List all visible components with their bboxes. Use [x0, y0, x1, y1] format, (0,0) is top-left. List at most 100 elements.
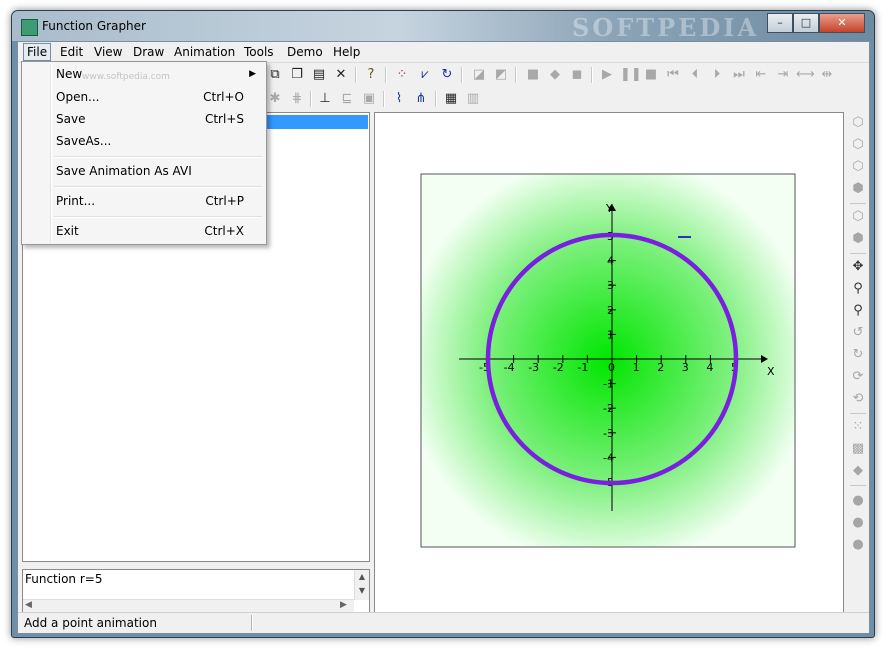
menu-item-exit[interactable]: Exit Ctrl+X — [24, 221, 264, 241]
paste-icon[interactable]: ▤ — [310, 66, 328, 84]
scroll-down-icon[interactable]: ▼ — [359, 586, 365, 595]
y-axis-label: Y — [605, 202, 613, 215]
y-tick-label: 2 — [607, 304, 614, 317]
close-button[interactable]: ✕ — [819, 13, 865, 33]
last-frame-icon[interactable]: ⏭ — [730, 66, 748, 84]
y-tick-label: -2 — [603, 402, 614, 415]
graph-points-icon[interactable]: ⋔ — [412, 90, 430, 108]
frame-icon[interactable]: ▣ — [360, 90, 378, 108]
grid-pattern-icon[interactable]: ⋕ — [288, 90, 306, 108]
menu-item-open[interactable]: Open... Ctrl+O — [24, 87, 264, 107]
chart-alt-icon[interactable]: ◩ — [492, 66, 510, 84]
prev-frame-icon[interactable]: ⏴ — [686, 66, 704, 84]
rotate-z-icon[interactable]: ⟲ — [850, 391, 866, 407]
axes-alt-icon[interactable]: ⊑ — [338, 90, 356, 108]
softpedia-watermark: SOFTPEDIA — [572, 13, 760, 42]
x-tick-label: 1 — [633, 361, 640, 374]
zoom-icon[interactable]: ⚲ — [850, 281, 866, 297]
y-tick-label: 1 — [607, 328, 614, 341]
loop-icon[interactable]: ⟷ — [796, 66, 815, 84]
record-stop-icon[interactable]: ◼ — [568, 66, 586, 84]
x-tick-label: 2 — [657, 361, 664, 374]
x-tick-label: -4 — [504, 361, 515, 374]
menu-animation[interactable]: Animation — [171, 44, 238, 60]
x-tick-label: -1 — [577, 361, 588, 374]
app-icon[interactable] — [21, 19, 38, 36]
copy-page-icon[interactable]: ❐ — [288, 66, 306, 84]
graph-line-icon[interactable]: ⌇ — [390, 90, 408, 108]
zoom-out-icon[interactable]: ⚲ — [850, 303, 866, 319]
sphere-icon[interactable]: ● — [850, 493, 866, 509]
chart-icon[interactable]: ◪ — [470, 66, 488, 84]
cube-top-icon[interactable]: ⬡ — [850, 159, 866, 175]
loop-alt-icon[interactable]: ⇹ — [818, 66, 836, 84]
graph-canvas[interactable]: X Y -5 -4 -3 -2 -1 0 1 2 3 4 5 5 4 3 2 1 -1 -2 -3 -4 -5 — [374, 112, 844, 620]
menu-demo[interactable]: Demo — [284, 44, 326, 60]
menu-item-saveas[interactable]: SaveAs... — [24, 131, 264, 151]
surface-icon[interactable]: ◆ — [850, 463, 866, 479]
menu-edit[interactable]: Edit — [57, 44, 86, 60]
menu-item-save[interactable]: Save Ctrl+S — [24, 109, 264, 129]
cube-wire-icon[interactable]: ⬡ — [850, 209, 866, 225]
mesh-icon[interactable]: ▩ — [850, 441, 866, 457]
menu-draw[interactable]: Draw — [130, 44, 167, 60]
rotate-x-icon[interactable]: ↻ — [850, 347, 866, 363]
x-tick-label: -2 — [553, 361, 564, 374]
x-tick-label: 4 — [706, 361, 713, 374]
scroll-left-icon[interactable]: ◀ — [25, 600, 32, 610]
cube-front-icon[interactable]: ⬡ — [850, 115, 866, 131]
copy-icon[interactable]: ⧉ — [266, 66, 284, 84]
record-alt-icon[interactable]: ◆ — [546, 66, 564, 84]
rotate-y-icon[interactable]: ⟳ — [850, 369, 866, 385]
next-frame-icon[interactable]: ⏵ — [708, 66, 726, 84]
status-divider — [251, 615, 253, 631]
vertical-scrollbar[interactable]: ▲ ▼ — [354, 570, 369, 600]
settings-icon[interactable]: ✱ — [266, 90, 284, 108]
delete-icon[interactable]: ✕ — [332, 66, 350, 84]
menu-item-new[interactable]: New ▶ — [24, 64, 264, 84]
cube-side-icon[interactable]: ⬡ — [850, 137, 866, 153]
y-tick-label: -3 — [603, 427, 614, 440]
menu-view[interactable]: View — [91, 44, 125, 60]
graph-svg[interactable]: XY-5 -4 -3 -2 -1 0 1 2 3 4 554321-1-2-3-4-5 — [375, 113, 843, 619]
clipboard-icon[interactable]: ▥ — [464, 90, 482, 108]
status-text: Add a point animation — [24, 616, 157, 630]
sphere-solid-icon[interactable]: ● — [850, 537, 866, 553]
y-tick-label: -1 — [603, 378, 614, 391]
selected-row-highlight[interactable] — [267, 115, 368, 129]
menu-tools[interactable]: Tools — [241, 44, 277, 60]
step-forward-icon[interactable]: ⇥ — [774, 66, 792, 84]
menu-help[interactable]: Help — [330, 44, 363, 60]
menu-item-print[interactable]: Print... Ctrl+P — [24, 191, 264, 211]
maximize-button[interactable]: □ — [793, 13, 819, 33]
plot-function-icon[interactable]: ⩗ — [416, 66, 434, 84]
stop-icon[interactable]: ■ — [642, 66, 660, 84]
first-frame-icon[interactable]: ⏮ — [664, 66, 682, 84]
move-icon[interactable]: ✥ — [850, 259, 866, 275]
function-text-box[interactable]: Function r=5 ▲ ▼ ◀ ▶ — [22, 569, 370, 615]
menu-bar: File Edit View Draw Animation Tools Demo… — [18, 42, 869, 63]
help-icon[interactable]: ? — [362, 66, 380, 84]
grid-icon[interactable]: ▦ — [442, 90, 460, 108]
scroll-right-icon[interactable]: ▶ — [340, 600, 347, 610]
dots-icon[interactable]: ⁙ — [850, 419, 866, 435]
y-tick-label: 3 — [607, 279, 614, 292]
menu-item-save-avi[interactable]: Save Animation As AVI — [24, 161, 264, 181]
scroll-up-icon[interactable]: ▲ — [359, 572, 365, 581]
plot-parametric-icon[interactable]: ↻ — [438, 66, 456, 84]
sphere-alt-icon[interactable]: ● — [850, 515, 866, 531]
rotate-icon[interactable]: ↺ — [850, 325, 866, 341]
play-icon[interactable]: ▶ — [598, 66, 616, 84]
step-back-icon[interactable]: ⇤ — [752, 66, 770, 84]
plot-points-icon[interactable]: ⁘ — [393, 66, 411, 84]
title-bar[interactable]: SOFTPEDIA Function Grapher – □ ✕ — [12, 11, 874, 42]
cube-shaded-icon[interactable]: ⬢ — [850, 231, 866, 247]
y-tick-label: -4 — [603, 451, 614, 464]
axes-icon[interactable]: ⊥ — [316, 90, 334, 108]
record-icon[interactable]: ■ — [524, 66, 542, 84]
minimize-button[interactable]: – — [767, 13, 793, 33]
menu-file[interactable]: File — [23, 43, 52, 61]
cube-solid-icon[interactable]: ⬢ — [850, 181, 866, 197]
x-tick-label: -3 — [528, 361, 539, 374]
pause-icon[interactable]: ❚❚ — [620, 66, 642, 84]
